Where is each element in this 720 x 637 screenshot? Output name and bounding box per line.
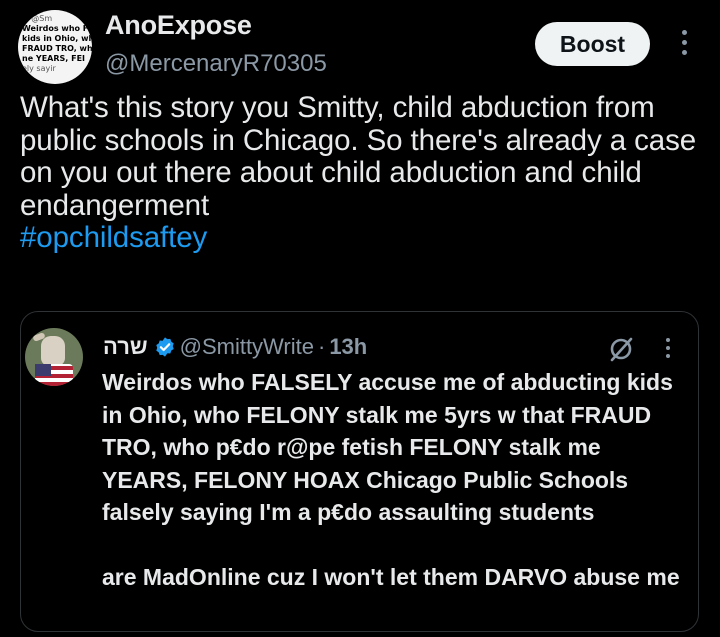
quoted-author-handle[interactable]: @SmittyWrite <box>180 334 314 360</box>
verified-badge-icon <box>155 337 174 357</box>
post-timestamp[interactable]: 13h <box>329 334 367 360</box>
avatar-text-line: kids in Ohio, wh <box>22 34 92 43</box>
avatar-text-line: ne YEARS, FEI <box>22 54 86 63</box>
quoted-paragraph: are MadOnline cuz I won't let them DARVO… <box>102 564 680 590</box>
post-body: What's this story you Smitty, child abdu… <box>20 91 700 255</box>
grok-icon[interactable] <box>607 335 635 363</box>
verified-mini-icon: ✔ <box>22 14 29 23</box>
quoted-author-name[interactable]: שרה <box>103 334 148 360</box>
post-author-avatar[interactable]: ✔ @Sm Weirdos who F kids in Ohio, wh FRA… <box>18 10 92 84</box>
more-options-icon[interactable] <box>678 30 690 60</box>
avatar-text-line: ely sayir <box>22 64 56 73</box>
hashtag-link[interactable]: #opchildsaftey <box>20 221 700 255</box>
avatar-text-line: @Sm <box>31 14 53 23</box>
post-author-handle[interactable]: @MercenaryR70305 <box>105 50 327 78</box>
quoted-author-avatar[interactable] <box>25 328 83 386</box>
quoted-more-options-icon[interactable] <box>664 338 672 360</box>
quoted-post-body: Weirdos who FALSELY accuse me of abducti… <box>102 366 692 594</box>
post-author-name[interactable]: AnoExpose <box>105 10 252 41</box>
meta-separator: · <box>317 334 326 359</box>
quoted-post-header: שרה @SmittyWrite · 13h <box>103 334 367 360</box>
avatar-text-line: Weirdos who F <box>22 24 89 33</box>
quoted-paragraph: Weirdos who FALSELY accuse me of abducti… <box>102 369 673 525</box>
boost-button[interactable]: Boost <box>535 22 650 66</box>
quoted-post-card[interactable]: שרה @SmittyWrite · 13h Weirdos who FALSE… <box>20 311 699 632</box>
post-text: What's this story you Smitty, child abdu… <box>20 91 697 222</box>
avatar-text-line: FRAUD TRO, wh <box>22 44 92 53</box>
